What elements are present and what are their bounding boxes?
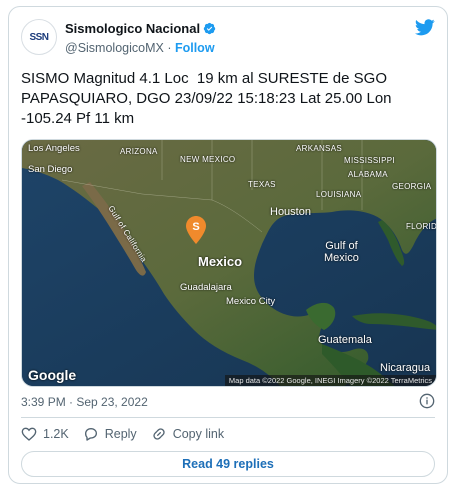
separator-dot: · [167, 41, 172, 55]
map-label-alabama: ALABAMA [348, 170, 388, 179]
like-count: 1.2K [43, 427, 69, 441]
link-chain-icon [153, 428, 165, 440]
author-block: Sismologico Nacional @SismologicoMX · Fo… [65, 20, 216, 55]
reply-button[interactable]: Reply [83, 426, 137, 442]
google-logo: Google [28, 367, 77, 383]
tweet-actions: 1.2K Reply Copy link [21, 421, 224, 447]
avatar[interactable]: SSN [21, 19, 57, 55]
map-label-houston: Houston [270, 206, 311, 218]
map-attribution[interactable]: Map data ©2022 Google, INEGI Imagery ©20… [224, 375, 436, 386]
map-label-louisiana: LOUISIANA [316, 190, 362, 199]
tweet-card: SSN Sismologico Nacional @SismologicoMX … [8, 6, 448, 484]
map-pin-marker[interactable]: S [186, 216, 206, 244]
follow-link[interactable]: Follow [175, 41, 215, 55]
handle[interactable]: @SismologicoMX [65, 41, 164, 55]
map-label-los-angeles: Los Angeles [28, 143, 80, 154]
map-label-arizona: ARIZONA [120, 147, 158, 156]
map-label-gulf-of-mexico: Gulf of Mexico [324, 240, 359, 264]
heart-icon [21, 427, 37, 441]
map-label-guadalajara: Guadalajara [180, 282, 232, 293]
tweet-header: SSN Sismologico Nacional @SismologicoMX … [21, 17, 435, 57]
pin-letter: S [192, 221, 199, 233]
twitter-bird-icon[interactable] [415, 19, 435, 36]
map-label-georgia: GEORGIA [392, 182, 432, 191]
map-label-mexico-city: Mexico City [226, 296, 276, 307]
map-label-mexico: Mexico [198, 254, 243, 269]
tweet-text: SISMO Magnitud 4.1 Loc 19 km al SURESTE … [21, 70, 396, 127]
tweet-timestamp[interactable]: 3:39 PM · Sep 23, 2022 [21, 395, 148, 409]
map-label-arkansas: ARKANSAS [296, 144, 342, 153]
divider [21, 417, 435, 418]
map-label-new-mexico: NEW MEXICO [180, 155, 236, 164]
avatar-logo-text: SSN [29, 31, 49, 43]
map-label-texas: TEXAS [248, 180, 276, 189]
map-card[interactable]: Los Angeles ARIZONA NEW MEXICO ARKANSAS … [21, 139, 437, 387]
info-icon[interactable] [419, 393, 435, 409]
map-label-mississippi: MISSISSIPPI [344, 156, 395, 165]
map-label-guatemala: Guatemala [318, 334, 372, 346]
like-button[interactable]: 1.2K [21, 426, 69, 442]
copy-link-button[interactable]: Copy link [151, 426, 224, 442]
map-label-san-diego: San Diego [28, 164, 73, 175]
display-name[interactable]: Sismologico Nacional [65, 21, 200, 36]
verified-badge-icon [203, 22, 216, 35]
map-label-florida: FLORIDA [406, 222, 437, 231]
reply-bubble-icon [84, 428, 97, 441]
location-pin-icon: S [186, 216, 206, 244]
reply-label: Reply [104, 427, 137, 441]
copy-link-label: Copy link [172, 427, 225, 441]
read-replies-button[interactable]: Read 49 replies [21, 451, 435, 477]
author-name-row[interactable]: Sismologico Nacional [65, 21, 216, 36]
map-label-nicaragua: Nicaragua [380, 362, 431, 374]
handle-row: @SismologicoMX · Follow [65, 41, 216, 55]
